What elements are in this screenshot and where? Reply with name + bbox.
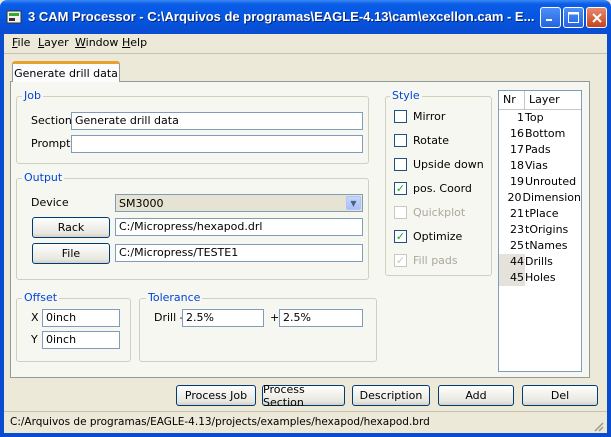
layer-nr: 19	[510, 175, 524, 188]
del-button[interactable]: Del	[522, 385, 598, 406]
layer-list[interactable]: Nr Layer 1 Top 16 Bottom 17 Pads 18 Vias 19 U…	[498, 90, 582, 372]
menu-window[interactable]: Window	[75, 36, 118, 49]
column-header-nr[interactable]: Nr	[499, 91, 525, 109]
pos-coord-checkbox[interactable]: ✓	[394, 182, 407, 195]
layer-row[interactable]: 23 tOrigins	[499, 222, 581, 238]
layer-row-selected[interactable]: 45 Holes	[499, 270, 581, 286]
layer-row[interactable]: 25 tNames	[499, 238, 581, 254]
layer-row[interactable]: 21 tPlace	[499, 206, 581, 222]
layer-list-header: Nr Layer	[499, 91, 581, 110]
process-section-button[interactable]: Process Section	[262, 383, 345, 409]
chevron-down-icon[interactable]: ▼	[346, 196, 361, 210]
fill-pads-label[interactable]: Fill pads	[413, 254, 458, 267]
plus-label: +	[270, 311, 280, 324]
optimize-label[interactable]: Optimize	[413, 230, 462, 243]
layer-row[interactable]: 17 Pads	[499, 142, 581, 158]
layer-row[interactable]: 20 Dimension	[499, 190, 581, 206]
optimize-checkbox[interactable]: ✓	[394, 230, 407, 243]
maximize-icon[interactable]	[563, 7, 584, 28]
layer-row[interactable]: 1 Top	[499, 110, 581, 126]
mirror-label[interactable]: Mirror	[413, 110, 445, 123]
tolerance-plus-input[interactable]: 2.5%	[279, 309, 363, 327]
layer-name: Pads	[525, 143, 551, 156]
status-text: C:/Arquivos de programas/EAGLE-4.13/proj…	[10, 416, 430, 428]
menu-layer[interactable]: Layer	[38, 36, 69, 49]
layer-name: Holes	[525, 271, 556, 284]
offset-group	[16, 298, 131, 362]
job-group	[16, 96, 369, 164]
file-button[interactable]: File	[32, 243, 110, 264]
layer-name: tOrigins	[525, 223, 569, 236]
layer-name: Dimension	[522, 191, 581, 204]
offset-x-input[interactable]: 0inch	[42, 309, 120, 327]
layer-nr: 25	[510, 239, 524, 252]
style-group-label: Style	[390, 89, 422, 102]
layer-name: Top	[525, 111, 544, 124]
layer-nr: 21	[510, 207, 524, 220]
rotate-label[interactable]: Rotate	[413, 134, 449, 147]
menu-file[interactable]: File	[12, 36, 30, 49]
layer-row[interactable]: 18 Vias	[499, 158, 581, 174]
job-group-label: Job	[22, 89, 43, 102]
drill-label: Drill -	[154, 311, 184, 324]
file-input[interactable]: C:/Micropress/TESTE1	[115, 244, 363, 262]
prompt-label: Prompt	[31, 137, 71, 150]
window-title: 3 CAM Processor - C:\Arquivos de program…	[28, 9, 535, 24]
layer-name: Unrouted	[525, 175, 577, 188]
minimize-icon[interactable]	[540, 7, 561, 28]
device-label: Device	[31, 196, 69, 209]
offset-x-label: X	[31, 311, 39, 324]
offset-group-label: Offset	[22, 291, 60, 304]
layer-row-selected[interactable]: 44 Drills	[499, 254, 581, 270]
add-button[interactable]: Add	[438, 385, 514, 406]
layer-row[interactable]: 16 Bottom	[499, 126, 581, 142]
menu-help[interactable]: Help	[122, 36, 147, 49]
close-icon[interactable]	[586, 7, 607, 28]
layer-nr: 20	[507, 191, 522, 204]
process-job-button[interactable]: Process Job	[176, 385, 256, 406]
offset-y-input[interactable]: 0inch	[42, 331, 120, 349]
resize-grip-icon[interactable]	[592, 420, 604, 432]
fill-pads-checkbox[interactable]: ✓	[394, 254, 407, 267]
layer-name: Bottom	[525, 127, 566, 140]
mirror-checkbox[interactable]	[394, 110, 407, 123]
rack-input[interactable]: C:/Micropress/hexapod.drl	[115, 218, 363, 236]
rack-button[interactable]: Rack	[32, 217, 110, 238]
device-select[interactable]: SM3000 ▼	[115, 194, 363, 212]
tolerance-group-label: Tolerance	[146, 291, 203, 304]
layer-nr: 18	[510, 159, 524, 172]
upside-down-checkbox[interactable]	[394, 158, 407, 171]
description-button[interactable]: Description	[352, 385, 430, 406]
pos-coord-label[interactable]: pos. Coord	[413, 182, 472, 195]
tab-generate-drill-data[interactable]: Generate drill data	[12, 61, 120, 82]
column-header-layer[interactable]: Layer	[525, 91, 560, 109]
layer-nr: 23	[510, 223, 524, 236]
layer-nr: 16	[510, 127, 524, 140]
rotate-checkbox[interactable]	[394, 134, 407, 147]
output-group-label: Output	[22, 171, 65, 184]
device-value: SM3000	[119, 197, 164, 210]
status-divider	[4, 411, 607, 412]
layer-nr: 17	[510, 143, 524, 156]
section-input[interactable]: Generate drill data	[71, 112, 363, 130]
layer-name: tPlace	[525, 207, 559, 220]
prompt-input[interactable]	[71, 135, 363, 153]
upside-down-label[interactable]: Upside down	[413, 158, 484, 171]
layer-nr: 45	[499, 270, 525, 286]
offset-y-label: Y	[31, 333, 38, 346]
layer-name: Drills	[525, 255, 553, 268]
menu-divider	[4, 53, 607, 54]
quickplot-label[interactable]: Quickplot	[413, 206, 465, 219]
layer-nr: 1	[517, 111, 524, 124]
layer-row[interactable]: 19 Unrouted	[499, 174, 581, 190]
layer-name: Vias	[525, 159, 548, 172]
tolerance-group	[139, 298, 377, 362]
app-icon	[6, 10, 22, 24]
section-label: Section	[31, 114, 72, 127]
tolerance-minus-input[interactable]: 2.5%	[182, 309, 264, 327]
quickplot-checkbox[interactable]	[394, 206, 407, 219]
layer-nr: 44	[499, 254, 525, 270]
layer-name: tNames	[525, 239, 568, 252]
